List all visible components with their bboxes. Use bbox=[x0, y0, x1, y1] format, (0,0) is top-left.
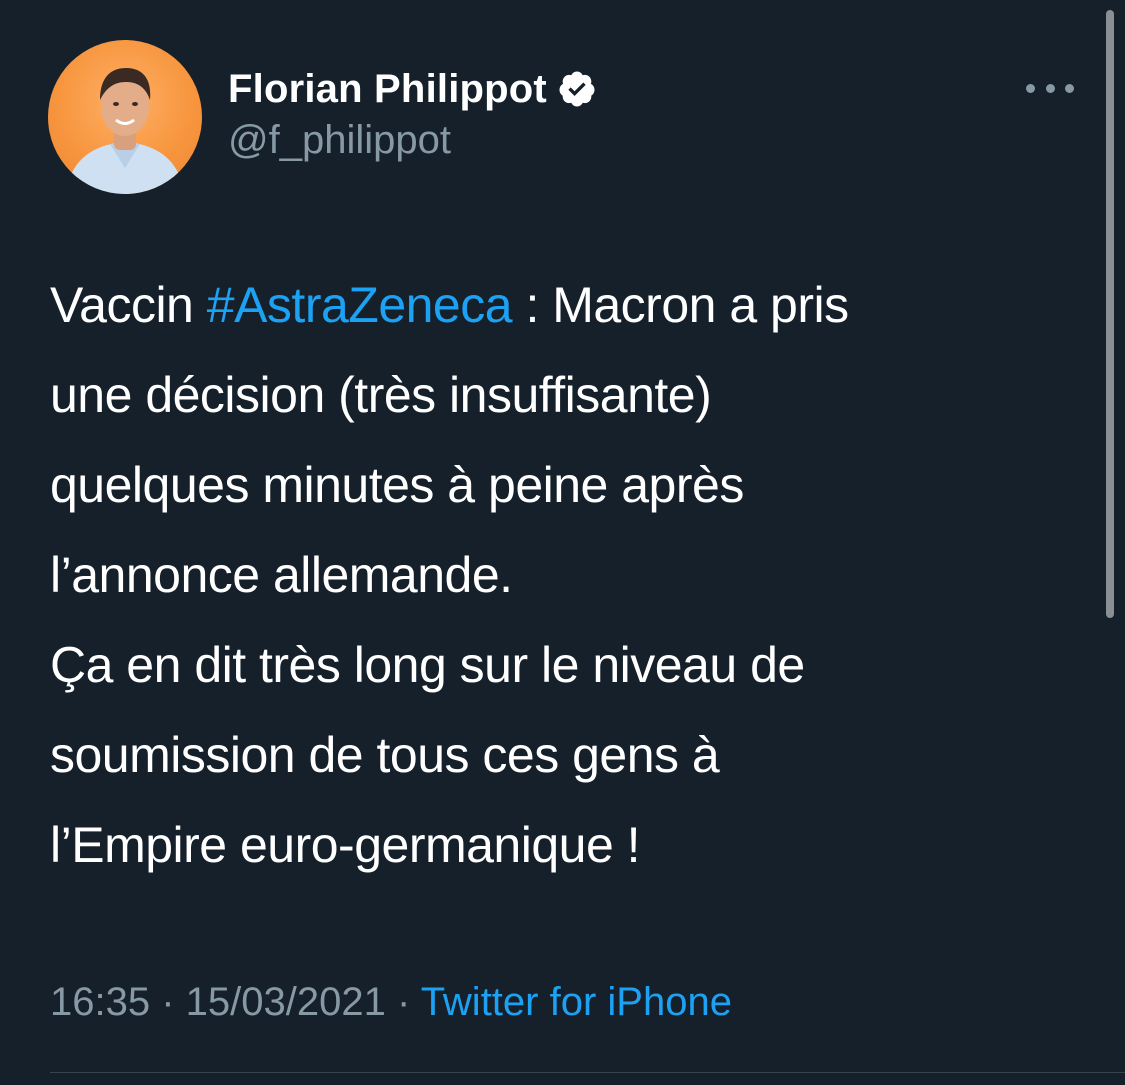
hashtag-link[interactable]: #AstraZeneca bbox=[207, 277, 513, 333]
tweet-line: une décision (très insuffisante) bbox=[50, 367, 712, 423]
tweet-line: Vaccin #AstraZeneca : Macron a pris bbox=[50, 277, 849, 333]
tweet-line: l’annonce allemande. bbox=[50, 547, 513, 603]
verified-badge-icon bbox=[557, 69, 597, 109]
author-name-row[interactable]: Florian Philippot bbox=[228, 62, 597, 116]
tweet-line: soumission de tous ces gens à bbox=[50, 727, 720, 783]
tweet-line: l’Empire euro-germanique ! bbox=[50, 817, 641, 873]
tweet-time[interactable]: 16:35 bbox=[50, 980, 150, 1024]
display-name[interactable]: Florian Philippot bbox=[228, 67, 547, 112]
tweet-line: quelques minutes à peine après bbox=[50, 457, 744, 513]
more-options-icon[interactable] bbox=[1026, 70, 1074, 106]
tweet-date[interactable]: 15/03/2021 bbox=[186, 980, 386, 1024]
tweet-meta: 16:35 · 15/03/2021 · Twitter for iPhone bbox=[50, 980, 732, 1025]
author-handle[interactable]: @f_philippot bbox=[228, 118, 451, 163]
avatar[interactable] bbox=[48, 40, 202, 194]
avatar-photo bbox=[66, 68, 184, 194]
tweet-line: Ça en dit très long sur le niveau de bbox=[50, 637, 805, 693]
meta-separator: · bbox=[150, 980, 186, 1024]
divider bbox=[50, 1072, 1125, 1073]
tweet-card: Florian Philippot @f_philippot Vaccin #A… bbox=[0, 0, 1125, 1085]
tweet-source-link[interactable]: Twitter for iPhone bbox=[421, 980, 732, 1024]
meta-separator: · bbox=[385, 980, 421, 1024]
scrollbar[interactable] bbox=[1106, 10, 1114, 618]
tweet-text: Vaccin #AstraZeneca : Macron a pris une … bbox=[50, 260, 1090, 890]
